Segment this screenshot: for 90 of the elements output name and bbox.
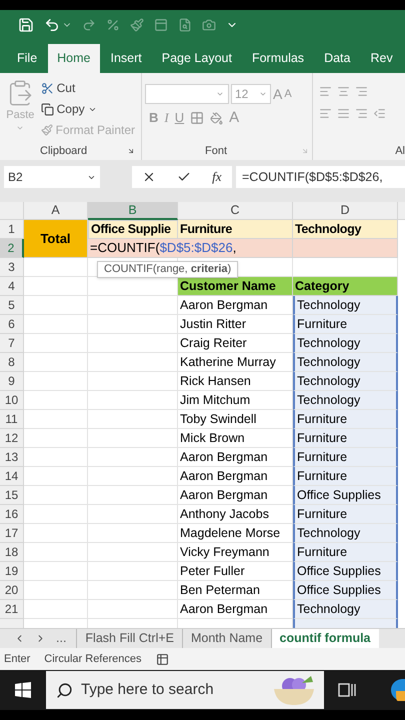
windows-icon[interactable] — [15, 682, 31, 698]
row-header[interactable]: 2 — [0, 239, 24, 258]
row-header[interactable]: 11 — [0, 410, 24, 429]
insert-function-button[interactable]: fx — [212, 167, 222, 187]
copy-icon — [40, 102, 54, 116]
ribbon-tab[interactable]: Formulas — [242, 44, 314, 73]
category-header-cell: Furniture — [178, 220, 293, 239]
name-box[interactable]: B2 — [4, 166, 100, 188]
sheet-tab[interactable]: countif formula — [272, 628, 379, 648]
row-header[interactable]: 20 — [0, 581, 24, 600]
column-header[interactable]: D — [293, 202, 398, 220]
align-left-icon[interactable] — [319, 107, 332, 120]
row-header[interactable]: 14 — [0, 467, 24, 486]
selected-cell: Furniture — [293, 448, 398, 467]
table-header-cell: Category — [293, 277, 398, 296]
ribbon-tab[interactable]: Home — [48, 44, 100, 73]
selected-cell: Furniture — [293, 505, 398, 524]
selected-cell: Technology — [293, 334, 398, 353]
selected-cell: Technology — [293, 372, 398, 391]
taskbar-search-field[interactable]: Type here to search — [46, 671, 324, 709]
launcher-icon[interactable] — [127, 147, 135, 155]
column-header[interactable]: A — [24, 202, 88, 220]
selected-cell: Furniture — [293, 315, 398, 334]
row-header[interactable]: 18 — [0, 543, 24, 562]
ribbon-tab[interactable]: Page Layout — [152, 44, 241, 73]
borders-icon[interactable] — [190, 111, 204, 125]
fill-color-icon[interactable] — [210, 112, 224, 124]
selected-cell: Furniture — [293, 429, 398, 448]
selected-cell: Furniture — [293, 410, 398, 429]
column-header[interactable]: C — [178, 202, 293, 220]
selected-cell: Office Supplies — [293, 562, 398, 581]
row-header[interactable]: 17 — [0, 524, 24, 543]
search-placeholder: Type here to search — [81, 680, 214, 700]
align-right-icon[interactable] — [355, 107, 368, 120]
caret-icon — [259, 90, 267, 98]
function-tooltip: COUNTIF(range, criteria) — [97, 261, 238, 278]
column-header[interactable]: B — [88, 202, 178, 220]
row-header[interactable]: 13 — [0, 448, 24, 467]
row-header[interactable]: 19 — [0, 562, 24, 581]
selected-cell: Technology — [293, 524, 398, 543]
row-header[interactable]: 4 — [0, 277, 24, 296]
indent-icon[interactable] — [373, 107, 386, 120]
selected-cell: Technology — [293, 391, 398, 410]
mode-indicator: Enter — [4, 652, 30, 667]
scissors-icon — [40, 82, 54, 94]
select-all-corner[interactable] — [0, 202, 24, 220]
caret-icon — [216, 90, 224, 98]
save-icon[interactable] — [18, 17, 34, 33]
row-header[interactable]: 8 — [0, 353, 24, 372]
ribbon-tab[interactable]: Rev — [361, 44, 402, 73]
row-header[interactable]: 1 — [0, 220, 24, 239]
selected-cell: Technology — [293, 296, 398, 315]
table-header-cell: Customer Name — [178, 277, 293, 296]
selected-cell: Technology — [293, 353, 398, 372]
search-icon — [56, 682, 73, 698]
align-center-icon[interactable] — [337, 107, 350, 120]
category-header-cell: Office Supplie — [88, 220, 178, 239]
undo-icon[interactable] — [44, 17, 60, 33]
selected-cell: Technology — [293, 600, 398, 619]
formula-field[interactable]: =COUNTIF($D$5:$D$26, — [236, 166, 405, 188]
row-header[interactable]: 3 — [0, 258, 24, 277]
task-view-icon[interactable] — [338, 682, 356, 698]
row-header[interactable]: 10 — [0, 391, 24, 410]
total-cell: Total — [24, 220, 88, 258]
category-header-cell: Technology — [293, 220, 398, 239]
circular-references-status[interactable]: Circular References — [44, 650, 142, 668]
selected-cell: Furniture — [293, 543, 398, 562]
ribbon-tab[interactable]: File — [8, 44, 46, 73]
row-header[interactable]: 9 — [0, 372, 24, 391]
row-header[interactable]: 21 — [0, 600, 24, 619]
browser-icon[interactable] — [391, 679, 405, 701]
ribbon-tab[interactable]: Data — [315, 44, 360, 73]
row-header[interactable]: 7 — [0, 334, 24, 353]
editing-cell[interactable]: =COUNTIF($D$5:$D$26, — [88, 239, 293, 258]
row-header[interactable]: 15 — [0, 486, 24, 505]
row-header[interactable]: 5 — [0, 296, 24, 315]
ribbon-tab[interactable]: Insert — [102, 44, 151, 73]
group-label: Font — [205, 144, 228, 159]
font-name-field[interactable] — [145, 84, 229, 104]
group-label: Clipboard — [40, 144, 88, 159]
selected-cell: Office Supplies — [293, 581, 398, 600]
group-label: Al — [395, 144, 405, 159]
copy-button[interactable]: Copy — [40, 100, 135, 118]
row-header[interactable]: 6 — [0, 315, 24, 334]
cut-button[interactable]: Cut — [40, 79, 135, 97]
selected-cell: Office Supplies — [293, 486, 398, 505]
row-header[interactable]: 12 — [0, 429, 24, 448]
row-header[interactable]: 16 — [0, 505, 24, 524]
selected-cell: Furniture — [293, 467, 398, 486]
brush-icon — [40, 124, 53, 136]
